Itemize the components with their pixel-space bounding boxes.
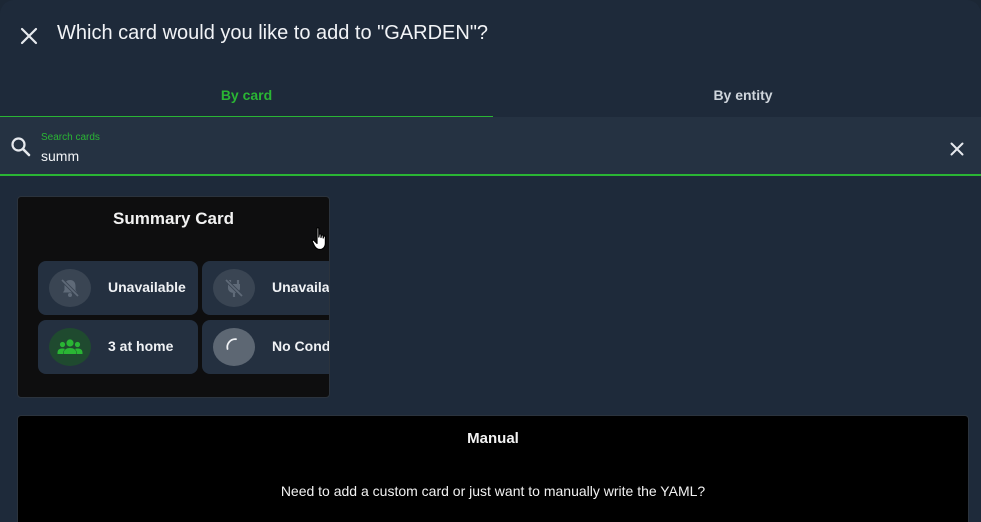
summary-tile: Unavailable: [38, 261, 198, 315]
dialog-header: Which card would you like to add to "GAR…: [0, 0, 981, 70]
search-icon: [11, 137, 31, 157]
search-bar: Search cards: [0, 117, 981, 176]
close-icon: [20, 27, 38, 45]
close-button[interactable]: [14, 21, 44, 51]
tab-label: By card: [220, 87, 273, 103]
tab-by-entity[interactable]: By entity: [493, 72, 981, 118]
clear-search-button[interactable]: [946, 138, 968, 160]
tile-label: No Conditions: [272, 338, 330, 354]
manual-card-option[interactable]: Manual Need to add a custom card or just…: [17, 415, 969, 522]
loading-icon: [213, 328, 255, 366]
account-group-icon: [49, 328, 91, 366]
card-title: Summary Card: [113, 209, 234, 228]
summary-tile: 3 at home: [38, 320, 198, 374]
summary-tile: No Conditions: [202, 320, 330, 374]
card-title: Manual: [467, 430, 519, 447]
hand-pointer-icon: [311, 227, 326, 251]
search-input[interactable]: [40, 146, 922, 166]
tile-label: 3 at home: [108, 338, 174, 354]
search-label: Search cards: [41, 132, 100, 143]
card-description: Need to add a custom card or just want t…: [280, 483, 706, 499]
add-card-dialog: Which card would you like to add to "GAR…: [0, 0, 981, 522]
tab-by-card[interactable]: By card: [0, 72, 493, 118]
power-plug-off-icon: [213, 269, 255, 307]
bell-off-icon: [49, 269, 91, 307]
tile-label: Unavailable: [108, 279, 186, 295]
summary-tile: Unavailable: [202, 261, 330, 315]
tab-label: By entity: [713, 87, 773, 103]
tile-label: Unavailable: [272, 279, 330, 295]
tab-bar: By card By entity: [0, 72, 981, 118]
summary-card-option[interactable]: Summary Card Unavailable Unavaila 3 at h…: [17, 196, 330, 398]
close-icon: [950, 142, 964, 156]
dialog-title: Which card would you like to add to "GAR…: [57, 22, 489, 44]
